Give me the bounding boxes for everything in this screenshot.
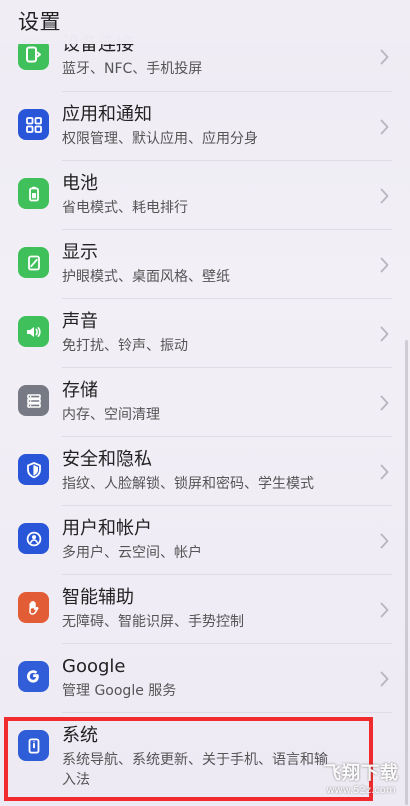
settings-row-sound[interactable]: 声音 免打扰、铃声、振动 [0, 299, 410, 368]
apps-grid-icon [18, 109, 49, 140]
settings-row-smart-assistance[interactable]: 智能辅助 无障碍、智能识屏、手势控制 [0, 575, 410, 644]
battery-icon [18, 178, 49, 209]
settings-row-title: Google [62, 656, 126, 677]
settings-row-subtitle: 省电模式、耗电排行 [62, 200, 188, 216]
settings-row-title: 电池 [62, 173, 98, 194]
settings-row-display[interactable]: 显示 护眼模式、桌面风格、壁纸 [0, 230, 410, 299]
settings-row-security-privacy[interactable]: 安全和隐私 指纹、人脸解锁、锁屏和密码、学生模式 [0, 437, 410, 506]
hand-assist-icon [18, 592, 49, 623]
chevron-right-icon [380, 326, 389, 342]
storage-icon [18, 385, 49, 416]
chevron-right-icon [380, 533, 389, 549]
google-icon [18, 661, 49, 692]
chevron-right-icon [380, 671, 389, 687]
chevron-right-icon [380, 188, 389, 204]
settings-row-title: 安全和隐私 [62, 449, 152, 470]
settings-row-subtitle: 内存、空间清理 [62, 407, 160, 423]
settings-row-subtitle: 管理 Google 服务 [62, 683, 177, 699]
settings-row-title: 用户和帐户 [62, 518, 152, 539]
settings-row-subtitle: 蓝牙、NFC、手机投屏 [62, 61, 203, 77]
settings-row-title: 存储 [62, 380, 98, 401]
chevron-right-icon [380, 257, 389, 273]
settings-row-subtitle: 权限管理、默认应用、应用分身 [62, 131, 258, 147]
settings-row-subtitle: 无障碍、智能识屏、手势控制 [62, 614, 244, 630]
settings-row-title: 显示 [62, 242, 98, 263]
settings-row-battery[interactable]: 电池 省电模式、耗电排行 [0, 161, 410, 230]
settings-row-subtitle: 指纹、人脸解锁、锁屏和密码、学生模式 [62, 476, 314, 492]
security-shield-icon [18, 454, 49, 485]
scrollbar[interactable] [405, 340, 408, 805]
chevron-right-icon [380, 464, 389, 480]
settings-row-storage[interactable]: 存储 内存、空间清理 [0, 368, 410, 437]
sound-icon [18, 316, 49, 347]
settings-row-title: 智能辅助 [62, 587, 134, 608]
display-icon [18, 247, 49, 278]
settings-row-title: 声音 [62, 311, 98, 332]
chevron-right-icon [380, 49, 389, 65]
page-title: 设置 [18, 10, 61, 34]
chevron-right-icon [380, 602, 389, 618]
settings-row-subtitle: 多用户、云空间、帐户 [62, 545, 202, 561]
settings-row-apps-notifications[interactable]: 应用和通知 权限管理、默认应用、应用分身 [0, 92, 410, 161]
settings-list: 设备连接 蓝牙、NFC、手机投屏 应用和通知 权限管理、默认应用、应用分身 电池… [0, 22, 410, 806]
settings-row-subtitle: 护眼模式、桌面风格、壁纸 [62, 269, 230, 285]
watermark-logo: 飞翔下载 www.52z.com [320, 764, 402, 804]
chevron-right-icon [380, 395, 389, 411]
settings-row-google[interactable]: Google 管理 Google 服务 [0, 644, 410, 713]
user-account-icon [18, 523, 49, 554]
settings-row-users-accounts[interactable]: 用户和帐户 多用户、云空间、帐户 [0, 506, 410, 575]
chevron-right-icon [380, 119, 389, 135]
highlight-box [4, 717, 373, 801]
watermark-main-text: 飞翔下载 [323, 763, 399, 784]
watermark-sub-text: www.52z.com [326, 785, 396, 796]
settings-row-title: 应用和通知 [62, 104, 152, 125]
top-app-bar: 设置 [0, 0, 410, 44]
settings-row-subtitle: 免打扰、铃声、振动 [62, 338, 188, 354]
settings-screen: 设置 设备连接 蓝牙、NFC、手机投屏 应用和通知 权限管理、默认应用、应用分身… [0, 0, 410, 806]
